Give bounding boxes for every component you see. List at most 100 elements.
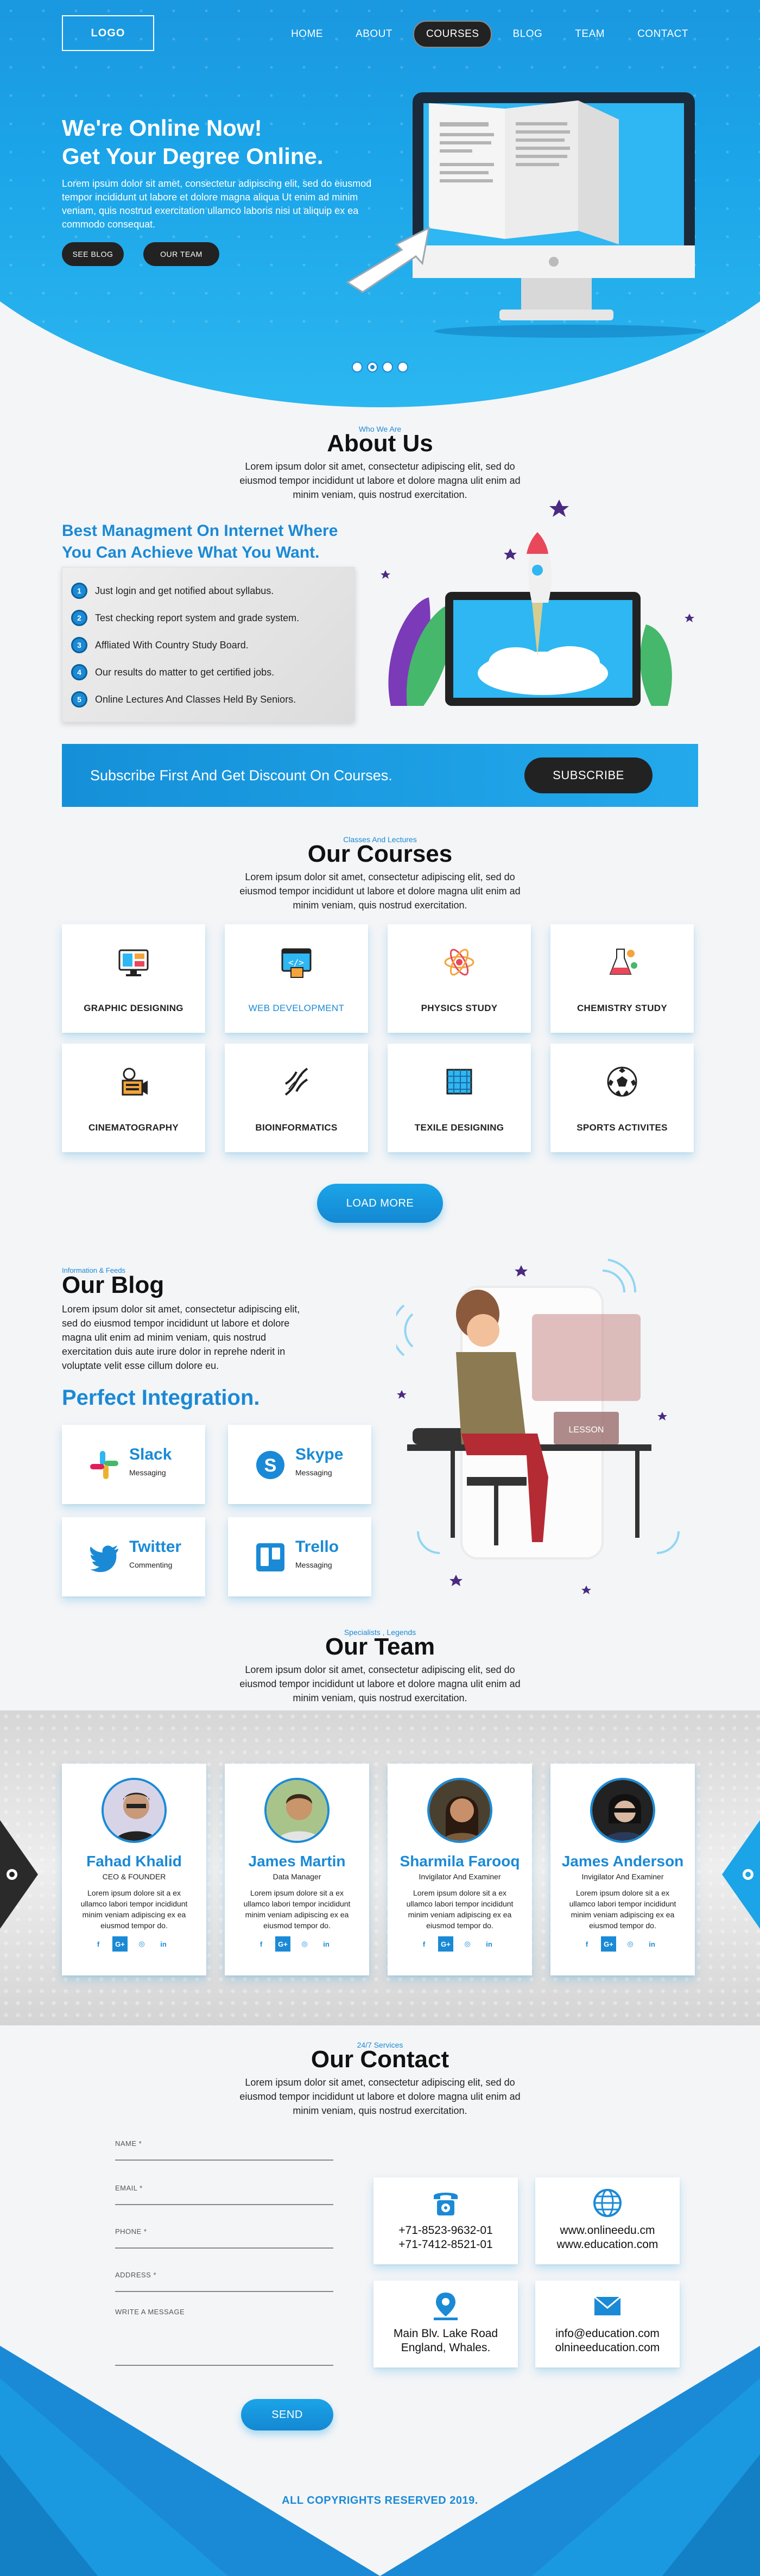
list-item: 4 Our results do matter to get certified … [71, 659, 346, 686]
step-number: 4 [71, 664, 87, 680]
phone-field[interactable]: PHONE * [115, 2227, 333, 2249]
integration-name: Skype [295, 1445, 344, 1463]
member-role: Invigilator And Examiner [419, 1872, 501, 1881]
contact-title: Our Contact [311, 2046, 449, 2073]
linkedin-icon[interactable]: in [156, 1936, 171, 1952]
integration-card-skype[interactable]: S Skype Messaging [228, 1425, 371, 1504]
integration-card-trello[interactable]: Trello Messaging [228, 1517, 371, 1596]
course-card-bioinformatics[interactable]: BIOINFORMATICS [225, 1044, 368, 1152]
load-more-button[interactable]: LOAD MORE [317, 1184, 443, 1223]
member-role: Data Manager [273, 1872, 321, 1881]
google-plus-icon[interactable]: G+ [112, 1936, 128, 1952]
course-card-graphic-designing[interactable]: GRAPHIC DESIGNING [62, 924, 205, 1033]
instagram-icon[interactable]: ◎ [460, 1936, 475, 1952]
nav-courses[interactable]: COURSES [413, 21, 492, 48]
footer-background [0, 2346, 760, 2576]
member-bio: Lorem ipsum dolore sit a ex ullamco labo… [243, 1889, 351, 1930]
contact-card-phone: +71-8523-9632-01 +71-7412-8521-01 [373, 2177, 518, 2264]
google-plus-icon[interactable]: G+ [275, 1936, 290, 1952]
linkedin-icon[interactable]: in [319, 1936, 334, 1952]
course-card-chemistry-study[interactable]: CHEMISTRY STUDY [550, 924, 694, 1033]
address-field[interactable]: ADDRESS * [115, 2271, 333, 2292]
contact-card-email: info@education.com olnineeducation.com [535, 2281, 680, 2367]
subscribe-banner: Subscribe First And Get Discount On Cour… [62, 744, 698, 807]
slider-dot-3[interactable] [382, 362, 393, 372]
list-item: 3 Affliated With Country Study Board. [71, 632, 346, 659]
course-label: PHYSICS STUDY [421, 1003, 498, 1013]
logo[interactable]: LOGO [62, 15, 154, 51]
email-field[interactable]: EMAIL * [115, 2184, 333, 2205]
nav-about[interactable]: ABOUT [344, 22, 404, 47]
linkedin-icon[interactable]: in [482, 1936, 497, 1952]
integration-name: Slack [129, 1445, 172, 1463]
mail-icon [594, 2296, 621, 2315]
main-nav: HOME ABOUT COURSES BLOG TEAM CONTACT [279, 21, 700, 48]
about-title: About Us [327, 430, 433, 457]
instagram-icon[interactable]: ◎ [134, 1936, 149, 1952]
nav-contact[interactable]: CONTACT [625, 22, 700, 47]
social-links: f G+ ◎ in [254, 1936, 334, 1952]
member-name: Sharmila Farooq [400, 1853, 520, 1870]
contact-card-address: Main Blv. Lake Road England, Whales. [373, 2281, 518, 2367]
course-card-physics-study[interactable]: PHYSICS STUDY [388, 924, 531, 1033]
contact-line: www.education.com [556, 2238, 658, 2251]
list-item: 2 Test checking report system and grade s… [71, 604, 346, 632]
nav-team[interactable]: TEAM [563, 22, 617, 47]
list-item: 1 Just login and get notified about sylla… [71, 577, 346, 604]
course-card-cinematography[interactable]: CINEMATOGRAPHY [62, 1044, 205, 1152]
fabric-icon [446, 1069, 472, 1095]
contact-line: info@education.com [555, 2327, 660, 2340]
course-card-web-development[interactable]: </> WEB DEVELOPMENT [225, 924, 368, 1033]
slider-dot-1[interactable] [352, 362, 363, 372]
message-field[interactable]: WRITE A MESSAGE [115, 2308, 333, 2366]
facebook-icon[interactable]: f [579, 1936, 594, 1952]
integration-card-twitter[interactable]: Twitter Commenting [62, 1517, 205, 1596]
globe-icon [593, 2189, 622, 2217]
avatar [102, 1778, 167, 1843]
illustration-sign: LESSON [569, 1425, 604, 1435]
nav-home[interactable]: HOME [279, 22, 335, 47]
about-heading-line2: You Can Achieve What You Want. [62, 544, 320, 561]
instagram-icon[interactable]: ◎ [623, 1936, 638, 1952]
course-card-sports-activites[interactable]: SPORTS ACTIVITES [550, 1044, 694, 1152]
integration-card-slack[interactable]: Slack Messaging [62, 1425, 205, 1504]
slider-dot-4[interactable] [397, 362, 408, 372]
step-text: Test checking report system and grade sy… [95, 612, 300, 623]
team-title: Our Team [325, 1633, 435, 1660]
contact-line: Main Blv. Lake Road [393, 2327, 498, 2340]
computer-illustration [346, 92, 706, 338]
see-blog-button[interactable]: SEE BLOG [62, 242, 124, 266]
step-text: Our results do matter to get certified j… [95, 666, 275, 678]
send-button[interactable]: SEND [241, 2399, 333, 2430]
name-field[interactable]: NAME * [115, 2139, 333, 2161]
integration-title: Perfect Integration. [62, 1386, 260, 1410]
facebook-icon[interactable]: f [254, 1936, 269, 1952]
course-card-texile-designing[interactable]: TEXILE DESIGNING [388, 1044, 531, 1152]
subscribe-text: Subscribe First And Get Discount On Cour… [90, 767, 392, 784]
course-label: WEB DEVELOPMENT [248, 1003, 345, 1013]
member-name: James Anderson [561, 1853, 684, 1870]
step-number: 1 [71, 583, 87, 599]
twitter-icon [90, 1545, 118, 1573]
about-heading-line1: Best Managment On Internet Where [62, 522, 338, 540]
member-role: Invigilator And Examiner [581, 1872, 664, 1881]
google-plus-icon[interactable]: G+ [601, 1936, 616, 1952]
online-learning-illustration: LESSON [396, 1259, 680, 1594]
avatar [427, 1778, 492, 1843]
courses-text: Lorem ipsum dolor sit amet, consectetur … [239, 872, 521, 911]
google-plus-icon[interactable]: G+ [438, 1936, 453, 1952]
subscribe-button[interactable]: SUBSCRIBE [524, 757, 653, 793]
integration-name: Trello [295, 1538, 339, 1556]
linkedin-icon[interactable]: in [644, 1936, 660, 1952]
our-team-button[interactable]: OUR TEAM [143, 242, 219, 266]
rocket-laptop-illustration [381, 500, 694, 706]
trello-icon [256, 1543, 284, 1571]
facebook-icon[interactable]: f [91, 1936, 106, 1952]
film-icon [122, 1068, 148, 1096]
facebook-icon[interactable]: f [416, 1936, 432, 1952]
contact-line: olnineeducation.com [555, 2341, 660, 2354]
contact-line: England, Whales. [401, 2341, 491, 2354]
slider-dot-2[interactable] [367, 362, 378, 372]
instagram-icon[interactable]: ◎ [297, 1936, 312, 1952]
nav-blog[interactable]: BLOG [501, 22, 554, 47]
